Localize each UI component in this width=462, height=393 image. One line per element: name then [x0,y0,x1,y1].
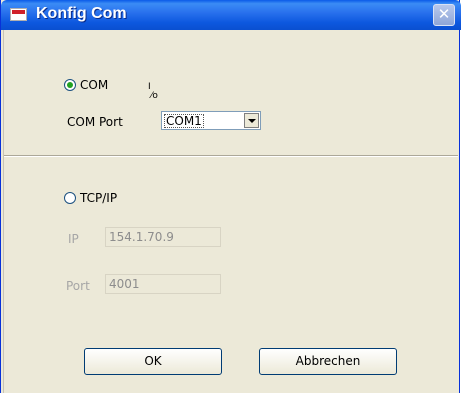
ip-field[interactable]: 154.1.70.9 [105,227,221,247]
com-port-label: COM Port [67,115,123,129]
tcp-radio-option[interactable]: TCP/IP [64,191,117,205]
ip-label: IP [68,232,79,246]
app-flag-icon [10,8,27,21]
dropdown-arrow-icon[interactable] [244,113,259,128]
close-button[interactable]: ✕ [433,4,455,26]
window-title: Konfig Com [36,5,127,22]
konfig-com-dialog: Konfig Com ✕ COM COM Port I ⁄o COM1 TCP/… [0,0,461,393]
com-radio-option[interactable]: COM [64,78,108,92]
ok-button[interactable]: OK [84,348,222,375]
com-radio-button[interactable] [64,79,76,91]
com-radio-label: COM [80,78,109,92]
title-bar[interactable]: Konfig Com ✕ [1,0,461,30]
tcp-port-label: Port [66,279,90,293]
io-icon: I ⁄o [148,82,158,101]
tcp-radio-label: TCP/IP [80,191,118,205]
tcp-radio-button[interactable] [64,192,76,204]
tcp-port-field[interactable]: 4001 [105,274,221,294]
section-divider [4,155,458,157]
dialog-body: COM COM Port I ⁄o COM1 TCP/IP IP 154.1.7… [3,30,458,393]
com-port-value: COM1 [164,114,204,128]
cancel-button[interactable]: Abbrechen [259,348,397,375]
com-port-select[interactable]: COM1 [161,111,261,130]
